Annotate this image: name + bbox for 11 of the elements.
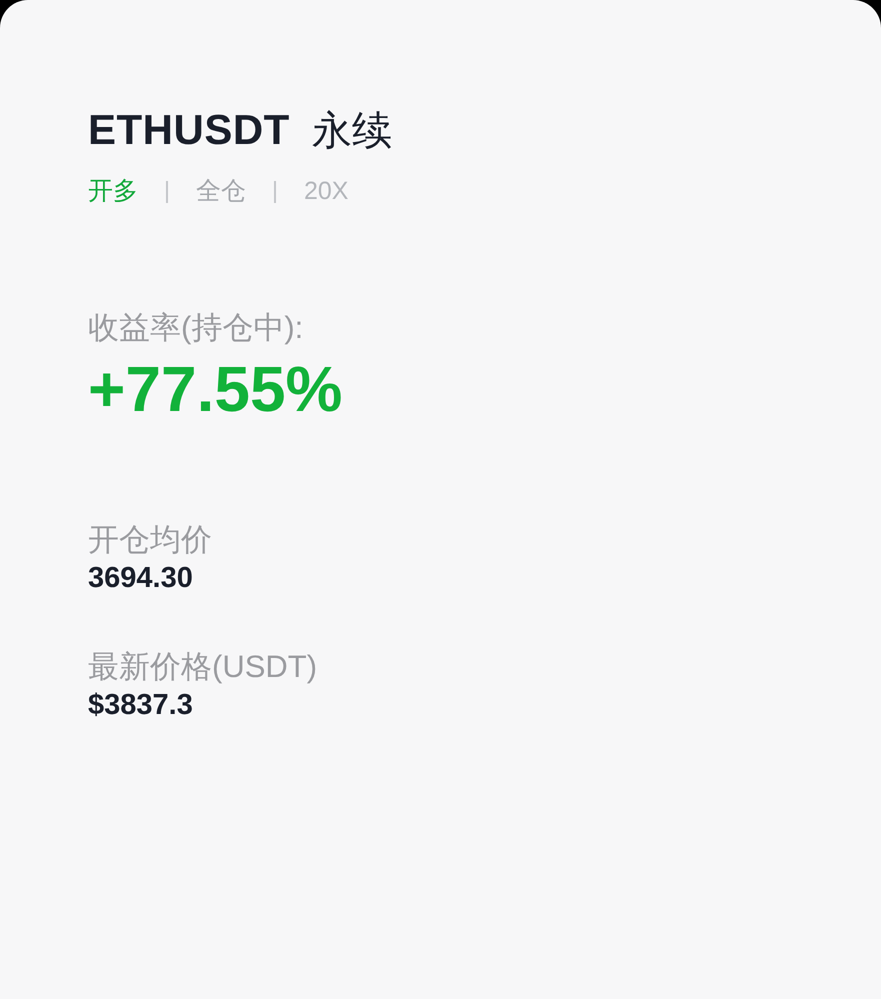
position-tag: 开多 (88, 173, 138, 210)
pnl-value: +77.55% (88, 357, 344, 421)
contract-type: 永续 (312, 108, 392, 155)
position-tag: 全仓 (196, 173, 246, 210)
symbol-title: ETHUSDT (88, 105, 290, 155)
pnl-label: 收益率(持仓中): (88, 308, 304, 346)
field-value: 3694.30 (88, 560, 193, 596)
field-value: $3837.3 (88, 688, 193, 723)
field-label: 最新价格(USDT) (88, 648, 318, 686)
position-tag: 20X (304, 173, 348, 210)
field-label: 开仓均价 (88, 521, 212, 559)
